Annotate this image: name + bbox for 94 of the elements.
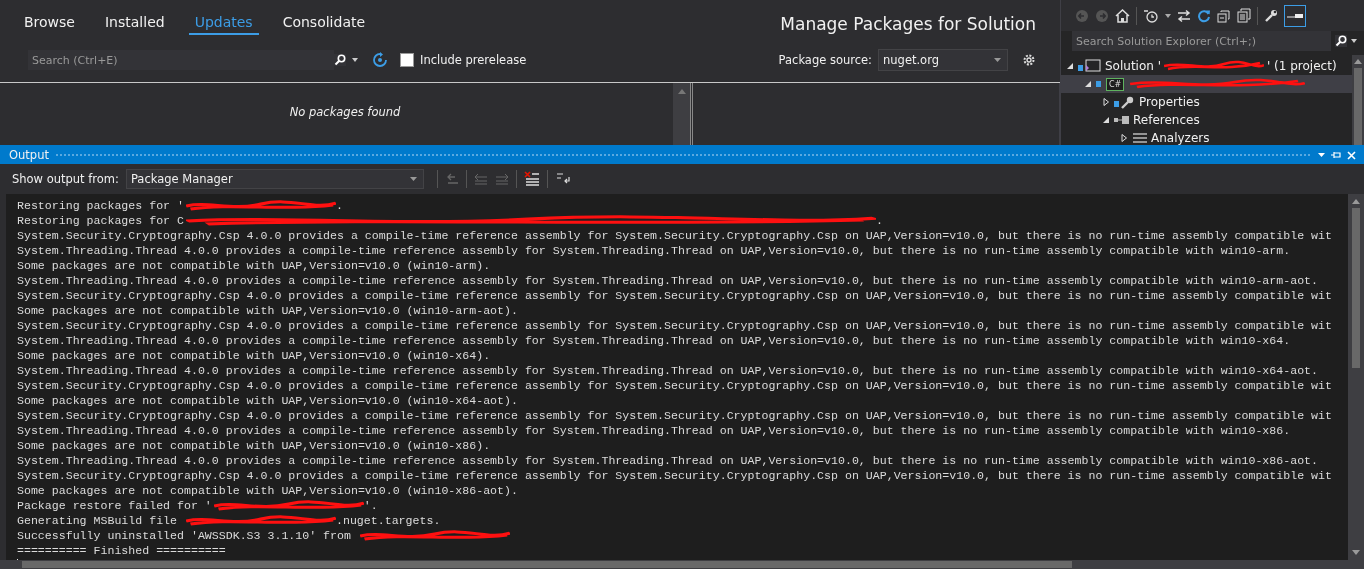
empty-message: No packages found [289, 105, 401, 121]
output-line: System.Security.Cryptography.Csp 4.0.0 provides a compile-time reference assembly for System.Security.Cryptography.Csp on UAP,Version=v10.0, but there is no run-time assembly compatible wit [17, 378, 1332, 393]
output-line: Some packages are not compatible with UAP,Version=v10.0 (win10-arm-aot). [17, 303, 518, 318]
output-line: System.Threading.Thread 4.0.0 provides a compile-time reference assembly for System.Threading.Thread on UAP,Version=v10.0, but there is no run-time assembly compatible with win10-arm-aot. [17, 273, 1319, 288]
tab[interactable]: Installed [99, 12, 171, 35]
wrench-icon [1114, 95, 1136, 109]
caret-icon [994, 58, 1001, 62]
output-source-dropdown[interactable]: Package Manager [125, 169, 424, 189]
output-line: System.Security.Cryptography.Csp 4.0.0 provides a compile-time reference assembly for System.Security.Cryptography.Csp on UAP,Version=v10.0, but there is no run-time assembly compatible wit [17, 318, 1332, 333]
output-line: Some packages are not compatible with UAP,Version=v10.0 (win10-x86). [17, 438, 491, 453]
output-line: . [876, 213, 883, 228]
expander-icon[interactable] [1066, 62, 1074, 70]
output-line: Package restore failed for ' [17, 498, 212, 513]
output-line: ========== Finished ========== [17, 543, 226, 558]
refresh-icon[interactable] [1197, 8, 1211, 23]
scroll-down-icon[interactable] [1352, 550, 1360, 555]
tab[interactable]: Consolidate [276, 12, 372, 35]
caret-icon[interactable] [1165, 13, 1171, 18]
tree-item[interactable]: Properties [1139, 95, 1200, 109]
panel-title: Manage Packages for Solution [780, 14, 1036, 34]
scroll-thumb[interactable] [1354, 68, 1362, 145]
tree-item[interactable]: Solution ' [1105, 59, 1161, 73]
caret-icon[interactable] [352, 58, 358, 62]
next-message-icon[interactable] [494, 173, 509, 185]
tab[interactable]: Browse [18, 12, 81, 35]
scroll-up-icon[interactable] [1354, 59, 1362, 64]
output-line: Some packages are not compatible with UAP,Version=v10.0 (win10-x64). [17, 348, 491, 363]
expander-icon[interactable] [1120, 134, 1128, 142]
references-icon [1114, 115, 1130, 125]
tree-item[interactable]: ' (1 project) [1267, 59, 1337, 73]
scroll-up-icon[interactable] [1352, 199, 1360, 204]
output-line: .nuget.targets. [336, 513, 441, 528]
output-line: Some packages are not compatible with UAP,Version=v10.0 (win10-x86-aot). [17, 483, 518, 498]
checkbox[interactable] [400, 53, 414, 67]
scrollbar[interactable] [0, 560, 1364, 569]
caret-icon [409, 177, 417, 181]
output-line: System.Security.Cryptography.Csp 4.0.0 provides a compile-time reference assembly for System.Security.Cryptography.Csp on UAP,Version=v10.0, but there is no run-time assembly compatible wit [17, 408, 1332, 423]
expander-icon[interactable] [1102, 116, 1110, 124]
output-line: Some packages are not compatible with UAP,Version=v10.0 (win10-arm). [17, 258, 491, 273]
field-label: Package source: [778, 53, 872, 67]
tab[interactable]: Updates [188, 12, 259, 35]
output-line: System.Threading.Thread 4.0.0 provides a compile-time reference assembly for System.Threading.Thread on UAP,Version=v10.0, but there is no run-time assembly compatible with win10-x86-aot. [17, 453, 1319, 468]
tree-item[interactable]: References [1133, 113, 1200, 127]
panel-title: Output [9, 148, 49, 162]
word-wrap-icon[interactable] [554, 172, 571, 186]
output-line: Some packages are not compatible with UAP,Version=v10.0 (win10-x64-aot). [17, 393, 518, 408]
tree-item[interactable]: Analyzers [1151, 131, 1210, 145]
output-line: System.Threading.Thread 4.0.0 provides a compile-time reference assembly for System.Threading.Thread on UAP,Version=v10.0, but there is no run-time assembly compatible with win10-x64-aot. [17, 363, 1319, 378]
output-line: System.Threading.Thread 4.0.0 provides a compile-time reference assembly for System.Threading.Thread on UAP,Version=v10.0, but there is no run-time assembly compatible with win10-x86. [17, 423, 1291, 438]
scrollbar[interactable] [1352, 55, 1364, 145]
preview-icon [1287, 12, 1303, 19]
wrench-icon[interactable] [1264, 8, 1278, 23]
caret-icon [1351, 39, 1357, 43]
output-line: Successfully uninstalled 'AWSSDK.S3 3.1.10' from [17, 528, 352, 543]
output-line: System.Threading.Thread 4.0.0 provides a compile-time reference assembly for System.Threading.Thread on UAP,Version=v10.0, but there is no run-time assembly compatible with win10-arm. [17, 243, 1291, 258]
output-line: . [336, 198, 343, 213]
output-line: '. [363, 498, 378, 513]
search-field[interactable]: Search (Ctrl+E) [28, 50, 334, 70]
search-icon [334, 54, 346, 66]
output-line: System.Security.Cryptography.Csp 4.0.0 provides a compile-time reference assembly for System.Security.Cryptography.Csp on UAP,Version=v10.0, but there is no run-time assembly compatible wit [17, 468, 1332, 483]
solution-icon [1078, 59, 1102, 73]
caret-icon[interactable] [1318, 153, 1325, 157]
scrollbar[interactable] [1348, 194, 1364, 560]
scrollbar[interactable] [673, 83, 690, 145]
field-label: Show output from: [12, 172, 119, 186]
output-line: System.Security.Cryptography.Csp 4.0.0 provides a compile-time reference assembly for System.Security.Cryptography.Csp on UAP,Version=v10.0, but there is no run-time assembly compatible wit [17, 288, 1332, 303]
scroll-thumb[interactable] [1352, 208, 1360, 368]
previous-message-icon[interactable] [473, 173, 488, 185]
output-line: System.Threading.Thread 4.0.0 provides a compile-time reference assembly for System.Threading.Thread on UAP,Version=v10.0, but there is no run-time assembly compatible with win10-x64. [17, 333, 1291, 348]
scroll-thumb[interactable] [22, 561, 1072, 568]
search-field[interactable]: Search Solution Explorer (Ctrl+;) [1072, 31, 1331, 51]
close-icon[interactable] [1347, 150, 1356, 160]
scroll-up-icon[interactable] [677, 89, 686, 94]
collapse-all-icon[interactable] [1217, 8, 1231, 23]
expander-icon[interactable] [1084, 80, 1092, 88]
checkbox-label: Include prerelease [420, 53, 527, 67]
preview-toggle[interactable] [1284, 4, 1306, 27]
settings-icon[interactable] [1022, 53, 1036, 67]
copy-icon[interactable] [1237, 8, 1251, 23]
pin-icon[interactable] [1331, 151, 1341, 159]
analyzers-icon [1132, 132, 1148, 144]
project-type-label: C# [1106, 77, 1125, 91]
package-source-dropdown[interactable]: nuget.org [878, 49, 1008, 71]
output-line: System.Security.Cryptography.Csp 4.0.0 provides a compile-time reference assembly for System.Security.Cryptography.Csp on UAP,Version=v10.0, but there is no run-time assembly compatible wit [17, 228, 1332, 243]
clock-icon[interactable] [1143, 8, 1159, 23]
expander-icon[interactable] [1102, 98, 1110, 106]
clear-all-icon[interactable] [523, 171, 540, 187]
output-line: Restoring packages for ' [17, 198, 184, 213]
sync-icon[interactable] [1177, 8, 1191, 23]
home-icon[interactable] [1115, 8, 1130, 23]
search-icon [1335, 35, 1347, 47]
output-line: Generating MSBuild file [17, 513, 179, 528]
refresh-icon[interactable] [372, 52, 388, 68]
output-line: Restoring packages for C [17, 213, 184, 228]
